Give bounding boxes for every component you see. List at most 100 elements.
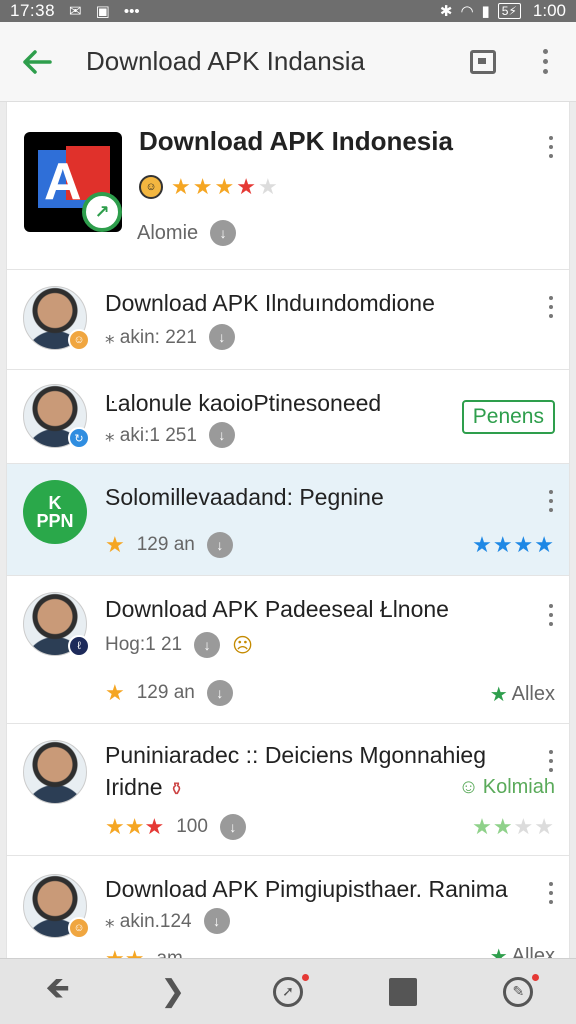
notification-dot [299,971,311,983]
list-item-selected[interactable]: K PPN Solomillevaadand: Pegnine ★ 129 an… [7,464,569,576]
rating-stars-small: ★★ [105,946,144,958]
item-right-label-text: Allex [511,683,555,705]
content-list[interactable]: A ↗ Download APK Indonesia ☺ ★ ★ ★ ★ ★ A… [6,102,570,958]
square-icon [470,49,496,74]
item-meta-text: ⁎ akin.124 [105,910,192,932]
rating-stars-small: ★★★ [105,814,165,839]
arrow-left-icon [23,49,52,74]
item-right-label: ★ Allex [490,944,555,958]
bottom-navigation: 🡸 ❯ ➚ ✎ [0,958,576,1024]
item-more-vert-icon[interactable] [549,604,553,626]
item-meta: Hog:1 21 ↓ ☹ [105,632,253,658]
star-icon: ★ [171,174,191,199]
item-more-vert-icon[interactable] [549,490,553,512]
smile-icon: ☺ [458,776,479,798]
item-meta: ★★★ 100 ↓ [105,814,246,840]
status-time-left: 17:38 [10,1,56,20]
app-logo-avatar: K PPN [23,480,87,544]
download-icon[interactable]: ↓ [219,814,246,840]
more-notifications-icon: ••• [123,2,140,20]
app-name: Download APK Indonesia [139,126,453,156]
more-vert-icon [542,49,548,74]
item-meta-2: ★★ am [105,946,183,958]
item-meta-text: 129 an [136,534,195,555]
back-button[interactable] [0,22,74,102]
notification-dot [530,971,542,983]
trend-badge-icon: ↗ [82,192,122,232]
item-meta: ★ 129 an ↓ [105,532,233,558]
list-item[interactable]: ℓ Download APK Padeeseal Łlnone Hog:1 21… [7,576,569,724]
emoji-badge-icon: ☺ [139,175,163,199]
list-item[interactable]: Puniniaradec :: Deiciens Mgonnahieg Irid… [7,724,569,856]
item-meta-text: ⁎ akin: 221 [105,326,197,348]
status-bar: 17:38 ✉ ▣ ••• ✱ ◠ ▮ 5⚡ 1:00 [0,0,576,22]
item-more-vert-icon[interactable] [549,882,553,904]
item-title: Download APK Ilnduındomdione [105,290,435,316]
item-title: Download APK Pimgiupisthaer. Ranima [105,876,508,902]
nav-forward-button[interactable]: ❯ [138,962,208,1022]
download-icon[interactable]: ↓ [203,908,230,934]
compass-icon: ➚ [272,976,303,1007]
window-button[interactable] [452,22,514,102]
item-title-line2: Iridne ⚱ [105,774,184,801]
item-title: Download APK Padeeseal Łlnone [105,596,449,622]
stop-icon [389,977,418,1006]
developer-name: Alomie [137,221,199,244]
download-icon[interactable]: ↓ [208,422,235,448]
gallery-icon: ▣ [95,3,110,20]
avatar: ☺ [23,874,90,939]
overflow-menu-button[interactable] [514,22,576,102]
star-icon: ★ [489,946,508,958]
avatar [23,740,87,804]
chevron-right-icon: ❯ [160,975,186,1008]
item-right-label-text: Kolmiah [482,776,555,798]
item-more-vert-icon[interactable] [549,750,553,772]
face-icon: ☹ [232,634,253,657]
app-toolbar: Download APK Indansia [0,22,576,102]
item-title: Ŀalonule kaoioPtinesoneed [105,390,382,416]
avatar-text-1: K [48,493,62,513]
signal-icon: ▮ [481,3,490,20]
item-title: Solomillevaadand: Pegnine [105,484,384,510]
star-icon: ★ [489,684,508,706]
battery-icon: 5⚡ [497,3,521,19]
avatar: ↻ [23,384,90,449]
item-title-line2-text: Iridne [105,774,163,800]
download-icon[interactable]: ↓ [208,324,235,350]
list-item[interactable]: ☺ Download APK Ilnduındomdione ⁎ akin: 2… [7,270,569,370]
item-meta-text: Hog:1 21 [105,634,183,655]
item-more-vert-icon[interactable] [549,296,553,318]
nav-back-button[interactable]: 🡸 [23,962,93,1022]
item-meta: ⁎ aki:1 251 ↓ [105,422,235,448]
avatar: ☺ [23,286,90,351]
app-header-card[interactable]: A ↗ Download APK Indonesia ☺ ★ ★ ★ ★ ★ A… [7,102,569,270]
avatar-text-2: PPN [36,511,74,531]
download-icon[interactable]: ↓ [210,220,237,246]
sync-badge-icon: ↻ [68,427,90,449]
star-icon: ★ [236,174,256,199]
hero-more-vert-icon[interactable] [549,136,553,158]
star-icon: ★ [105,680,125,705]
app-icon-letter: A [44,153,82,211]
nav-updates-button[interactable]: ✎ [483,962,553,1022]
avatar: ℓ [23,592,90,657]
developer-row: Alomie ↓ [137,220,237,246]
updates-icon: ✎ [503,976,534,1007]
open-button[interactable]: Penens [461,400,555,434]
badge-icon: ☺ [68,917,90,939]
item-meta-text: ⁎ aki:1 251 [105,424,197,446]
download-icon[interactable]: ↓ [194,632,221,658]
list-item[interactable]: ☺ Download APK Pimgiupisthaer. Ranima ⁎ … [7,856,569,958]
app-rating: ☺ ★ ★ ★ ★ ★ [139,174,278,200]
nav-explore-button[interactable]: ➚ [253,962,323,1022]
notification-icon: ✉ [69,3,82,20]
rating-stars: ★★★★ [472,814,555,839]
download-icon[interactable]: ↓ [206,532,233,558]
star-icon: ★ [214,174,235,199]
status-time-right: 1:00 [532,1,566,20]
nav-stop-button[interactable] [368,962,438,1022]
page-title: Download APK Indansia [86,46,365,76]
download-icon[interactable]: ↓ [206,680,233,706]
list-item[interactable]: ↻ Ŀalonule kaoioPtinesoneed ⁎ aki:1 251 … [7,370,569,464]
item-right-label: ★ Allex [490,682,555,707]
